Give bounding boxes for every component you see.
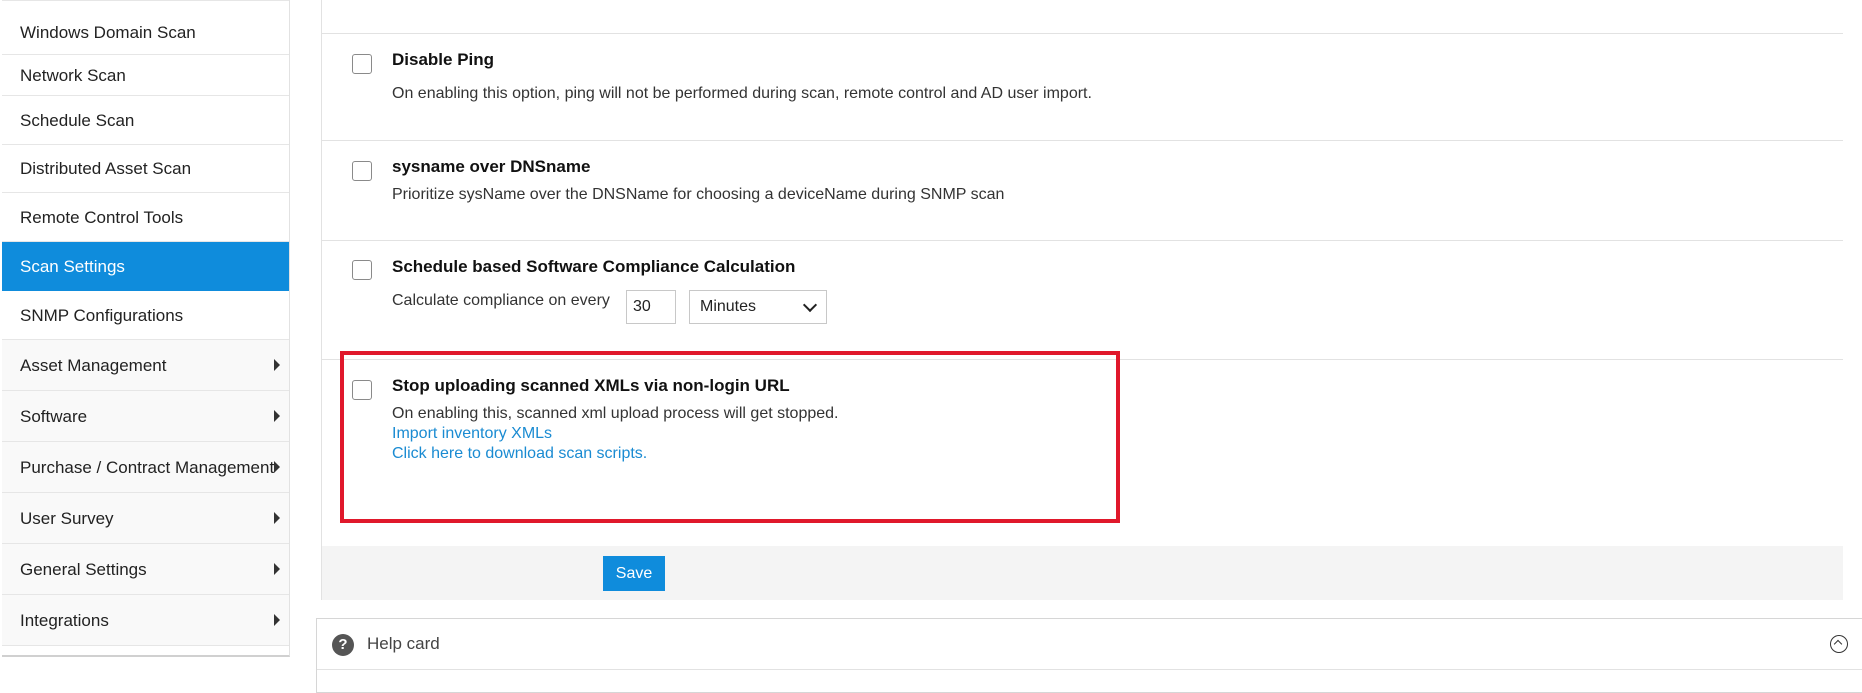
sidebar-item-label: Asset Management [20,356,167,375]
sidebar-item-label: Integrations [20,611,109,630]
sidebar-item-schedule-scan[interactable]: Schedule Scan [2,96,289,145]
question-circle-icon: ? [332,634,354,656]
sidebar-item-label: General Settings [20,560,147,579]
collapse-up-icon[interactable] [1830,635,1848,653]
sidebar: Windows Domain Scan Network Scan Schedul… [2,0,290,657]
compliance-interval-input[interactable] [626,290,676,324]
sidebar-item-label: Remote Control Tools [20,208,184,227]
sidebar-item-label: Purchase / Contract Management [20,458,275,477]
stop-upload-xml-title: Stop uploading scanned XMLs via non-logi… [392,376,790,395]
sidebar-item-asset-management[interactable]: Asset Management [2,340,289,391]
sysname-over-dnsname-checkbox[interactable] [352,161,372,181]
compliance-interval-unit-value: Minutes [700,298,757,315]
caret-right-icon [274,359,280,371]
divider [322,359,1843,360]
download-scan-scripts-link[interactable]: Click here to download scan scripts. [392,445,647,463]
stop-upload-xml-description: On enabling this, scanned xml upload pro… [392,405,839,422]
caret-right-icon [274,563,280,575]
divider [322,140,1843,141]
help-card-title: Help card [367,634,440,653]
sidebar-item-integrations[interactable]: Integrations [2,595,289,646]
save-button[interactable]: Save [603,556,665,591]
form-footer: Save [322,546,1843,600]
sidebar-item-network-scan[interactable]: Network Scan [2,55,289,96]
sidebar-item-label: User Survey [20,509,114,528]
sidebar-item-general-settings[interactable]: General Settings [2,544,289,595]
divider [322,240,1843,241]
sidebar-item-label: Software [20,407,88,426]
sidebar-item-purchase-contract-management[interactable]: Purchase / Contract Management [2,442,289,493]
sidebar-item-label: Distributed Asset Scan [20,159,192,178]
help-card: ? Help card [316,618,1862,693]
sidebar-item-label: Windows Domain Scan [20,23,196,42]
sidebar-item-label: Scan Settings [20,257,125,276]
sidebar-item-user-survey[interactable]: User Survey [2,493,289,544]
compliance-interval-unit-select[interactable]: Minutes [689,290,827,324]
sidebar-item-label: Schedule Scan [20,111,135,130]
compliance-interval-label: Calculate compliance on every [392,292,610,309]
sidebar-item-snmp-configurations[interactable]: SNMP Configurations [2,291,289,340]
caret-right-icon [274,512,280,524]
scan-settings-panel: Disable Ping On enabling this option, pi… [321,0,1843,600]
chevron-down-icon [802,297,818,313]
caret-right-icon [274,410,280,422]
disable-ping-description: On enabling this option, ping will not b… [392,85,1092,102]
help-card-header[interactable]: ? Help card [317,619,1862,670]
compliance-calculation-title: Schedule based Software Compliance Calcu… [392,257,796,276]
sidebar-item-windows-domain-scan[interactable]: Windows Domain Scan [2,0,289,55]
divider [322,33,1843,34]
caret-right-icon [274,461,280,473]
sidebar-item-distributed-asset-scan[interactable]: Distributed Asset Scan [2,145,289,193]
disable-ping-title: Disable Ping [392,50,495,69]
disable-ping-checkbox[interactable] [352,54,372,74]
sysname-over-dnsname-title: sysname over DNSname [392,157,591,176]
import-inventory-xmls-link[interactable]: Import inventory XMLs [392,425,552,443]
sidebar-item-remote-control-tools[interactable]: Remote Control Tools [2,193,289,242]
sysname-over-dnsname-description: Prioritize sysName over the DNSName for … [392,186,1005,203]
caret-right-icon [274,614,280,626]
sidebar-item-label: Network Scan [20,66,126,85]
compliance-calculation-checkbox[interactable] [352,260,372,280]
sidebar-item-software[interactable]: Software [2,391,289,442]
sidebar-item-label: SNMP Configurations [20,306,184,325]
sidebar-item-scan-settings[interactable]: Scan Settings [2,242,289,291]
stop-upload-xml-checkbox[interactable] [352,380,372,400]
